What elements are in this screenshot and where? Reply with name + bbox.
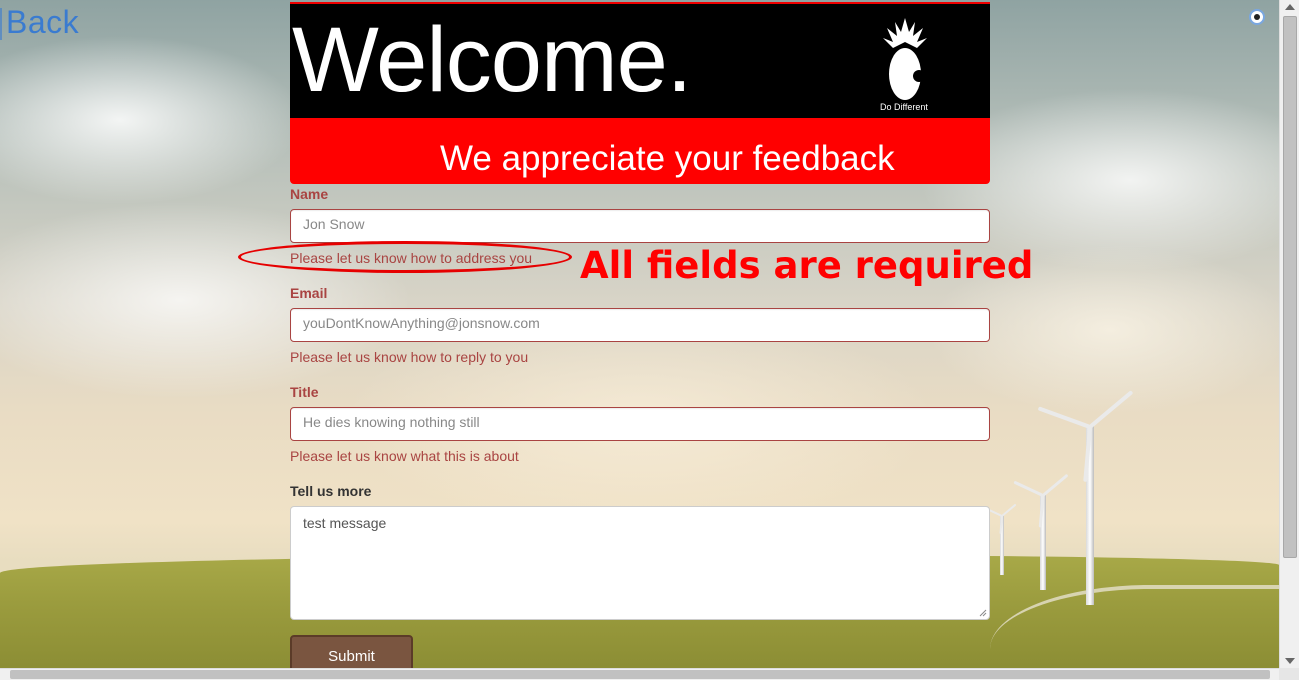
page-title: Welcome. [292,9,692,111]
annotation-text: All fields are required [580,244,1034,287]
back-link[interactable]: Back [0,4,79,41]
vertical-scrollbar[interactable] [1279,0,1299,668]
message-text: test message [303,515,387,531]
scroll-down-icon[interactable] [1285,658,1295,664]
name-field[interactable]: Jon Snow [290,209,990,243]
message-label: Tell us more [290,483,372,499]
title-field[interactable]: He dies knowing nothing still [290,407,990,441]
pineapple-logo-icon [883,18,927,100]
email-label: Email [290,285,328,301]
tagline-banner: We appreciate your feedback [290,118,990,184]
scrollbar-corner [1279,668,1299,680]
message-textarea[interactable]: test message [290,506,990,620]
radio-icon[interactable] [1249,9,1265,25]
logo-caption: Do Different [880,102,928,112]
email-help-text: Please let us know how to reply to you [290,349,529,365]
title-help-text: Please let us know what this is about [290,448,519,464]
page-subtitle: We appreciate your feedback [440,139,895,178]
horizontal-scrollbar[interactable] [0,668,1279,680]
scroll-up-icon[interactable] [1285,4,1295,10]
page-header: Welcome. Do Different We appreciate your… [290,2,990,184]
scrollbar-thumb[interactable] [10,670,1270,679]
scrollbar-thumb[interactable] [1283,16,1297,558]
email-field[interactable]: youDontKnowAnything@jonsnow.com [290,308,990,342]
header-banner: Welcome. Do Different [290,2,990,118]
name-label: Name [290,186,329,202]
title-label: Title [290,384,319,400]
annotation-oval [238,241,572,273]
resize-grip-icon[interactable] [979,609,987,617]
